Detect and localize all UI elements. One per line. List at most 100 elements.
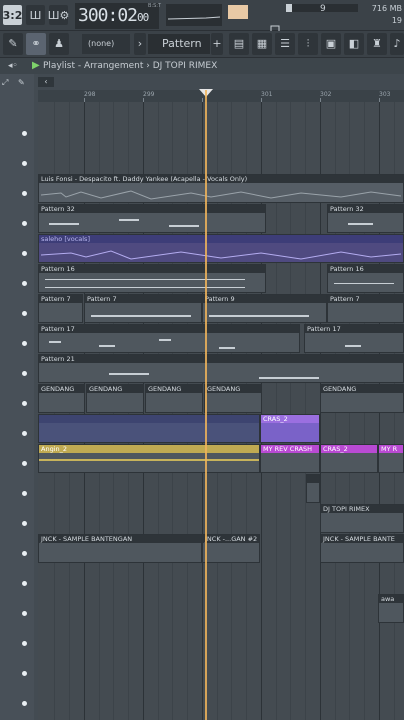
time-ticks: 00 xyxy=(137,11,149,24)
track-mute-dot[interactable] xyxy=(22,491,27,496)
file-icon[interactable]: ◧ xyxy=(344,33,364,55)
audio-clip[interactable]: JNCK - SAMPLE BANTENGAN xyxy=(38,534,202,563)
chevron-right-icon[interactable]: › xyxy=(134,33,146,55)
track-mute-dot[interactable] xyxy=(22,161,27,166)
song-position-display[interactable]: 300:0200 xyxy=(75,3,159,29)
track-mute-dot[interactable] xyxy=(22,251,27,256)
track-mute-dot[interactable] xyxy=(22,311,27,316)
pattern-clip[interactable]: Pattern 21 xyxy=(38,354,404,383)
track-mute-dot[interactable] xyxy=(22,581,27,586)
snap-icon[interactable]: ⤢ xyxy=(2,78,12,88)
pattern-clip[interactable]: Pattern 7 xyxy=(38,294,83,323)
browser-icon[interactable]: ▣ xyxy=(321,33,341,55)
pattern-clip[interactable]: Pattern 16 xyxy=(327,264,404,293)
clip-label: JNCK - SAMPLE BANTE xyxy=(321,535,403,543)
options-icon[interactable]: ◂◦ xyxy=(8,58,18,74)
bar-number: 299 xyxy=(143,91,155,98)
clip-label xyxy=(307,475,319,483)
pattern-clip[interactable]: Pattern 17 xyxy=(38,324,300,353)
track-mute-dot[interactable] xyxy=(22,191,27,196)
pattern-clip[interactable]: Pattern 7 xyxy=(84,294,202,323)
wand-icon[interactable]: ✎ xyxy=(3,33,23,55)
link-icon[interactable]: ⚭ xyxy=(26,33,46,55)
track-mute-dot[interactable] xyxy=(22,461,27,466)
audio-clip[interactable] xyxy=(306,474,320,503)
track-mute-dot[interactable] xyxy=(22,131,27,136)
memory-readout: 716 MB 19 xyxy=(362,3,402,27)
clip-label: JNCK -...GAN #2 xyxy=(203,535,259,543)
piano-roll-icon[interactable]: ☰ xyxy=(275,33,295,55)
note xyxy=(49,223,79,225)
cpu-value: 9 xyxy=(320,4,326,14)
pencil-icon[interactable]: ✎ xyxy=(18,78,28,88)
note xyxy=(109,373,149,375)
audio-clip[interactable]: CRAS_2 xyxy=(260,414,320,443)
clip-label: Pattern 32 xyxy=(328,205,403,213)
mic-icon[interactable]: ♪ xyxy=(390,33,404,55)
time-signature-button[interactable]: 3:2 xyxy=(3,5,22,25)
timeline-ruler[interactable]: 298 299 301 302 303 xyxy=(38,90,404,102)
pattern-selector[interactable]: Pattern 20 xyxy=(148,34,210,70)
track-mute-dot[interactable] xyxy=(22,671,27,676)
song-mode-button[interactable]: Ш xyxy=(26,5,45,25)
stamp-icon[interactable]: ♟ xyxy=(49,33,69,55)
pattern-clip[interactable]: Pattern 32 xyxy=(327,204,404,233)
note xyxy=(219,347,235,349)
playlist-titlebar[interactable]: ◂◦ ▶ Playlist - Arrangement › DJ TOPI RI… xyxy=(0,58,404,74)
track-header-column: ⤢ ✎ xyxy=(0,74,34,720)
waveform xyxy=(41,190,401,200)
plugin-icon[interactable]: ♜ xyxy=(367,33,387,55)
track-mute-dot[interactable] xyxy=(22,521,27,526)
snap-select[interactable]: (none) xyxy=(82,34,130,54)
track-mute-dot[interactable] xyxy=(22,641,27,646)
track-mute-dot[interactable] xyxy=(22,371,27,376)
track-mute-dot[interactable] xyxy=(22,281,27,286)
audio-clip[interactable]: awa xyxy=(378,594,404,623)
mixer-icon[interactable]: ⫶ xyxy=(298,33,318,55)
note xyxy=(334,283,394,284)
add-pattern-button[interactable]: + xyxy=(211,33,223,55)
polyphony-meter xyxy=(286,16,358,26)
voices-value: 19 xyxy=(391,16,402,25)
audio-clip[interactable]: GENDANG xyxy=(204,384,262,413)
waveform xyxy=(39,459,259,461)
playhead[interactable] xyxy=(205,90,207,720)
audio-clip[interactable]: MY REV CRASH xyxy=(260,444,320,473)
audio-clip[interactable]: GENDANG xyxy=(38,384,85,413)
pattern-clip[interactable]: Pattern 16 xyxy=(38,264,266,293)
audio-clip[interactable]: Luis Fonsi - Despacito ft. Daddy Yankee … xyxy=(38,174,404,203)
audio-clip[interactable]: CRAS_2 xyxy=(320,444,378,473)
arrangement-name[interactable]: DJ TOPI RIMEX xyxy=(153,61,218,71)
pattern-clip[interactable]: Pattern 17 xyxy=(304,324,404,353)
pattern-clip[interactable]: Pattern 7 xyxy=(327,294,404,323)
track-mute-dot[interactable] xyxy=(22,341,27,346)
oscilloscope-icon xyxy=(167,16,221,20)
note xyxy=(45,287,245,288)
audio-clip[interactable] xyxy=(38,414,260,443)
track-mute-dot[interactable] xyxy=(22,401,27,406)
track-mute-dot[interactable] xyxy=(22,431,27,436)
audio-clip[interactable]: GENDANG xyxy=(145,384,203,413)
memory-value: 716 MB xyxy=(371,4,402,13)
track-mute-dot[interactable] xyxy=(22,551,27,556)
tempo-button[interactable]: Ш⚙ xyxy=(48,5,69,25)
audio-clip[interactable]: Angin_2 xyxy=(38,444,260,473)
playlist-window-icon[interactable]: ▤ xyxy=(229,33,249,55)
audio-clip[interactable]: saleho [vocals] xyxy=(38,234,404,263)
pattern-clip[interactable]: Pattern 32 xyxy=(38,204,266,233)
audio-clip[interactable]: JNCK -...GAN #2 xyxy=(202,534,260,563)
audio-clip[interactable]: JNCK - SAMPLE BANTE xyxy=(320,534,404,563)
pattern-clip[interactable]: Pattern 9 xyxy=(202,294,327,323)
channel-rack-icon[interactable]: ▦ xyxy=(252,33,272,55)
audio-clip[interactable]: GENDANG xyxy=(320,384,404,413)
breadcrumb-separator: › xyxy=(146,61,150,71)
audio-clip[interactable]: MY R xyxy=(378,444,404,473)
track-mute-dot[interactable] xyxy=(22,611,27,616)
track-mute-dot[interactable] xyxy=(22,221,27,226)
scroll-left-button[interactable]: ‹ xyxy=(38,77,54,87)
playlist-tracks[interactable]: Luis Fonsi - Despacito ft. Daddy Yankee … xyxy=(38,102,404,720)
playlist-title: Playlist - Arrangement xyxy=(43,61,144,71)
audio-clip[interactable]: GENDANG xyxy=(86,384,144,413)
track-mute-dot[interactable] xyxy=(22,701,27,706)
audio-clip[interactable]: DJ TOPI RIMEX xyxy=(320,504,404,533)
